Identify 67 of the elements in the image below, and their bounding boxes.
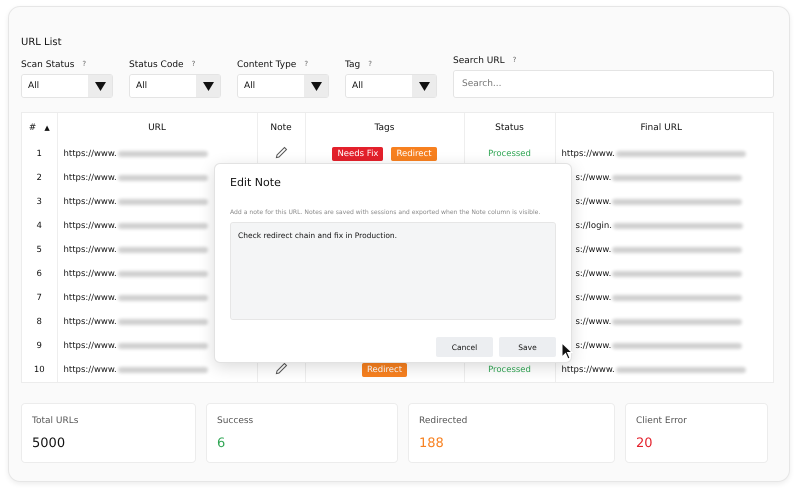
- caret-icon: [310, 82, 322, 90]
- stat-label: Redirected: [419, 416, 468, 426]
- stat-value: 188: [419, 436, 445, 451]
- row-number: 9: [36, 341, 42, 351]
- url-text: https://www.: [64, 197, 117, 207]
- url-text: https://www.: [64, 173, 117, 183]
- url-text: s://www.: [576, 245, 612, 255]
- caret-icon: [418, 82, 430, 90]
- filter-dropdown[interactable]: All: [345, 74, 437, 98]
- filter-dropdown[interactable]: All: [237, 74, 329, 98]
- url-text: https://www.: [64, 149, 117, 159]
- filter-label: Scan Status: [21, 60, 74, 70]
- url-text: https://www.: [64, 245, 117, 255]
- caret-icon: [202, 82, 214, 90]
- row-number: 7: [36, 293, 42, 303]
- filter-label: Tag: [345, 60, 360, 70]
- filter-dropdown[interactable]: All: [21, 74, 113, 98]
- url-text: https://www.: [562, 149, 615, 159]
- column-header[interactable]: Note: [270, 122, 292, 132]
- row-number: 10: [34, 365, 45, 375]
- panel-title: URL List: [21, 37, 62, 48]
- filter-label: Search URL: [453, 56, 505, 66]
- url-text: https://www.: [64, 341, 117, 351]
- stat-label: Success: [217, 416, 254, 426]
- tag-badge: Redirect: [391, 147, 437, 161]
- url-text: s://www.: [576, 317, 612, 327]
- url-text: https://www.: [64, 317, 117, 327]
- column-header[interactable]: URL: [148, 122, 166, 132]
- url-text: s://www.: [576, 293, 612, 303]
- url-text: s://www.: [576, 341, 612, 351]
- filter-label: Content Type: [237, 60, 296, 70]
- url-text: s://www.: [576, 269, 612, 279]
- column-header[interactable]: Tags: [374, 122, 394, 132]
- row-number: 2: [36, 173, 42, 183]
- filter-label: Status Code: [129, 60, 184, 70]
- stat-label: Client Error: [636, 416, 688, 426]
- url-text: https://www.: [562, 365, 615, 375]
- row-number: 5: [36, 245, 42, 255]
- row-number: 3: [36, 197, 42, 207]
- filter-dropdown[interactable]: All: [129, 74, 221, 98]
- row-number: 4: [36, 221, 42, 231]
- url-text: https://www.: [64, 221, 117, 231]
- column-header[interactable]: Status: [495, 122, 524, 132]
- tag-badge: Needs Fix: [332, 147, 384, 161]
- column-header[interactable]: #: [28, 122, 36, 132]
- dialog-title: Edit Note: [230, 176, 282, 189]
- url-text: https://www.: [64, 269, 117, 279]
- url-text: https://www.: [64, 365, 117, 375]
- url-text: s://www.: [576, 173, 612, 183]
- stat-value: 5000: [32, 436, 66, 451]
- stat-value: 6: [217, 436, 226, 451]
- row-number: 6: [36, 269, 42, 279]
- row-number: 1: [36, 149, 42, 159]
- status-text: Processed: [488, 149, 531, 159]
- url-text: https://www.: [64, 293, 117, 303]
- url-text: s://login.: [576, 221, 612, 231]
- stat-label: Total URLs: [32, 416, 80, 426]
- row-number: 8: [36, 317, 42, 327]
- pencil-icon[interactable]: [274, 362, 288, 375]
- search-field[interactable]: Search...: [453, 70, 774, 98]
- caret-icon: [94, 82, 106, 90]
- status-text: Processed: [488, 365, 531, 375]
- pencil-icon[interactable]: [274, 146, 288, 159]
- stat-value: 20: [636, 436, 654, 451]
- tag-badge: Redirect: [362, 363, 408, 377]
- column-header[interactable]: Final URL: [640, 122, 682, 132]
- url-text: s://www.: [576, 197, 612, 207]
